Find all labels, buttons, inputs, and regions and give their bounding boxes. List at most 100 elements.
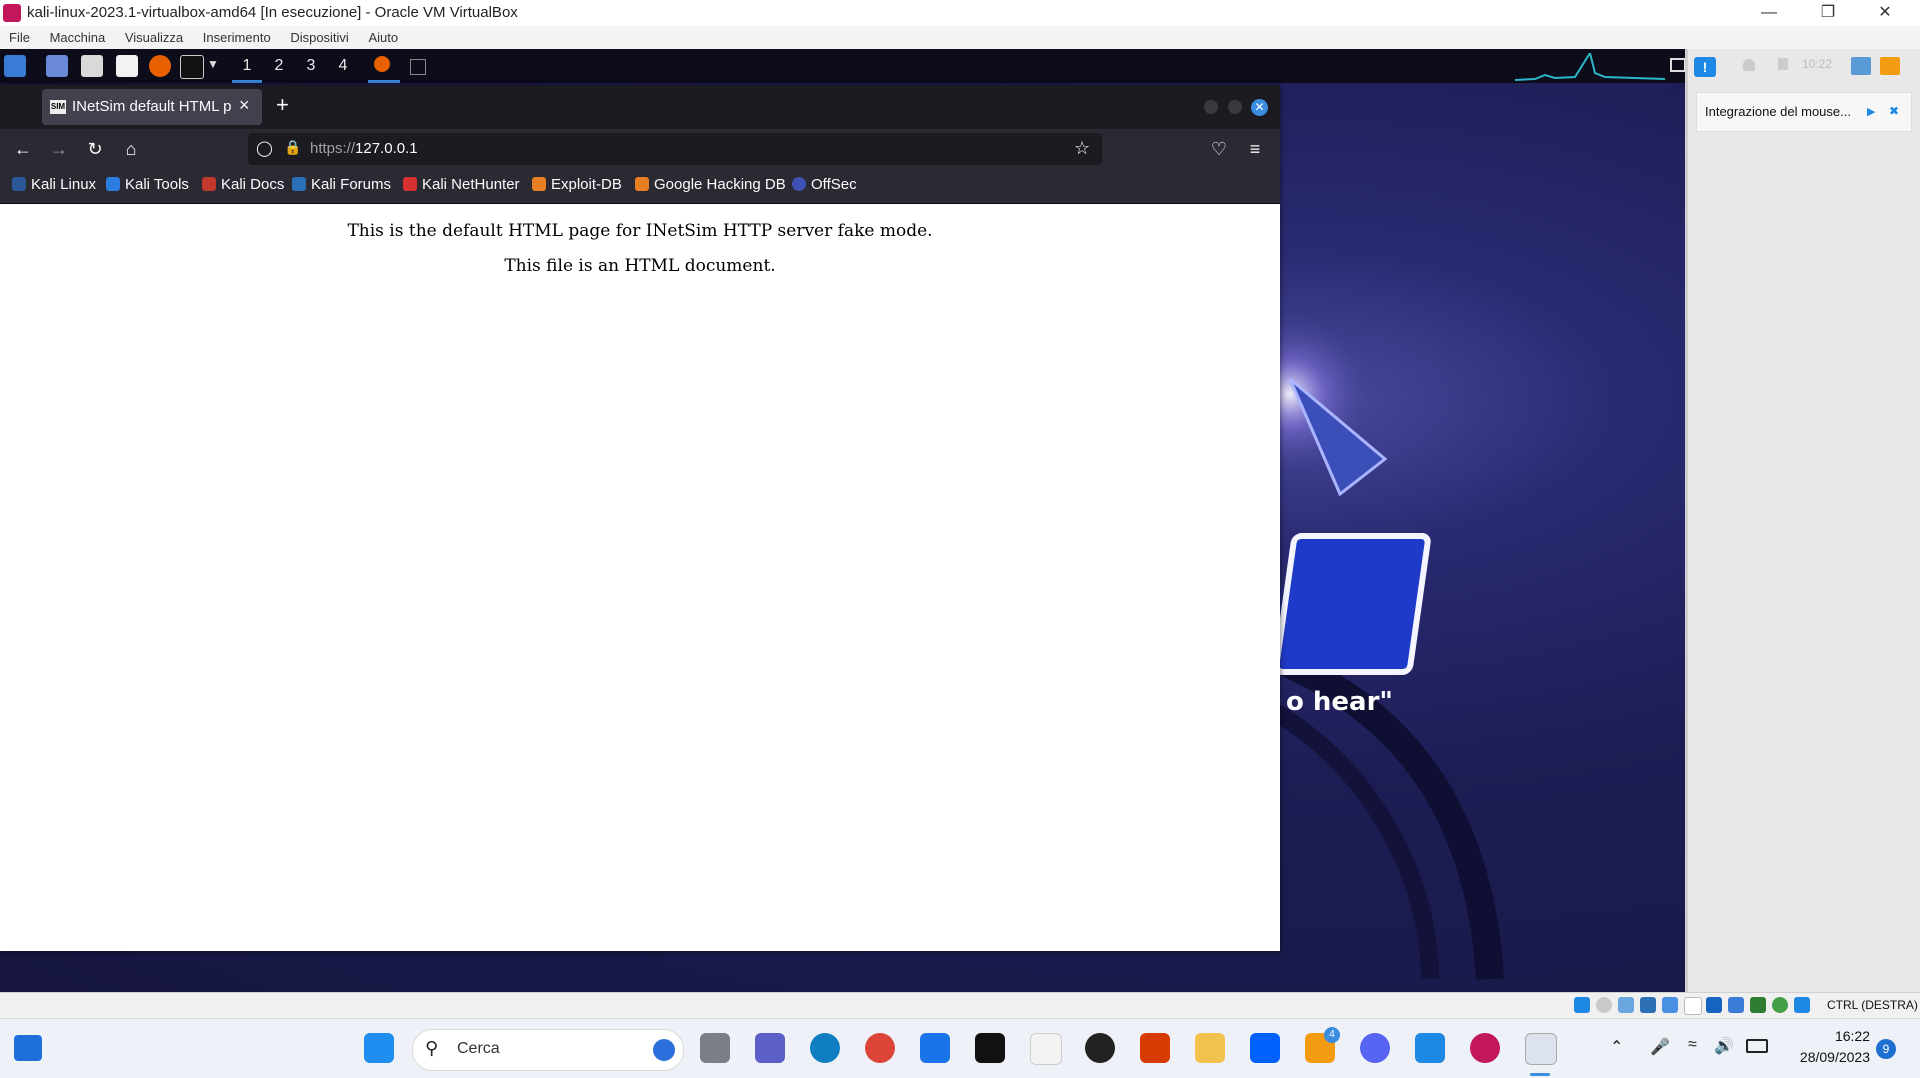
- wallpaper-tagline: o hear": [1286, 687, 1393, 717]
- terminal-window-icon[interactable]: [410, 59, 426, 75]
- new-tab-icon[interactable]: +: [276, 92, 289, 118]
- bookmark-kali-tools[interactable]: Kali Tools: [106, 176, 189, 193]
- menu-dispositivi[interactable]: Dispositivi: [290, 26, 349, 49]
- keyboard-capture-icon[interactable]: [1794, 997, 1810, 1013]
- bookmark-kali-linux[interactable]: Kali Linux: [12, 176, 96, 193]
- hdd-icon[interactable]: [1574, 997, 1590, 1013]
- page-line-2: This file is an HTML document.: [504, 256, 776, 276]
- mail-icon[interactable]: [920, 1033, 950, 1063]
- file-explorer-icon[interactable]: [1195, 1033, 1225, 1063]
- url-bar[interactable]: ◯ 🔒 https://127.0.0.1 ☆: [248, 133, 1102, 165]
- teams-icon[interactable]: [755, 1033, 785, 1063]
- virtualbox-icon[interactable]: [1415, 1033, 1445, 1063]
- menu-aiuto[interactable]: Aiuto: [368, 26, 398, 49]
- search-box[interactable]: ⚲ Cerca: [412, 1029, 684, 1071]
- mouse-integration-icon[interactable]: [1772, 997, 1788, 1013]
- recording-icon[interactable]: [1728, 997, 1744, 1013]
- store-icon[interactable]: [1030, 1033, 1062, 1065]
- window-list-icon[interactable]: [1670, 58, 1685, 72]
- capture-icon[interactable]: [1880, 57, 1900, 75]
- minimize-icon[interactable]: [1204, 100, 1218, 114]
- bookmark-offsec[interactable]: OffSec: [792, 176, 857, 193]
- bookmark-kali-docs[interactable]: Kali Docs: [202, 176, 284, 193]
- bookmark-kali-forums[interactable]: Kali Forums: [292, 176, 391, 193]
- notification-icon[interactable]: !: [1694, 57, 1716, 77]
- chevron-down-icon[interactable]: ▼: [207, 57, 219, 71]
- terminal-icon[interactable]: [180, 55, 204, 79]
- clock-date[interactable]: 28/09/2023: [1780, 1049, 1870, 1065]
- notification-count-badge[interactable]: 9: [1876, 1039, 1896, 1059]
- restore-icon[interactable]: ❐: [1805, 2, 1851, 24]
- audio-icon[interactable]: [1618, 997, 1634, 1013]
- menu-inserimento[interactable]: Inserimento: [203, 26, 271, 49]
- lock-screen-icon[interactable]: [1778, 58, 1788, 70]
- show-desktop-icon[interactable]: [46, 55, 68, 77]
- workspace-2[interactable]: 2: [264, 49, 294, 83]
- bell-icon[interactable]: [1743, 59, 1755, 71]
- discord-icon[interactable]: [1360, 1033, 1390, 1063]
- task-view-icon[interactable]: [700, 1033, 730, 1063]
- close-window-icon[interactable]: ✕: [1862, 2, 1908, 24]
- close-window-icon[interactable]: ✕: [1251, 99, 1268, 116]
- shield-icon[interactable]: ◯: [256, 139, 273, 157]
- display-icon[interactable]: [1706, 997, 1722, 1013]
- wifi-icon[interactable]: ≈: [1688, 1036, 1697, 1054]
- text-editor-icon[interactable]: [116, 55, 138, 77]
- notification-details-icon[interactable]: ▶: [1867, 105, 1875, 118]
- notification-item[interactable]: Integrazione del mouse... ▶ ✖: [1696, 92, 1912, 132]
- bing-icon[interactable]: [653, 1039, 675, 1061]
- notification-close-icon[interactable]: ✖: [1889, 104, 1899, 118]
- usb-icon[interactable]: [1662, 997, 1678, 1013]
- menu-file[interactable]: File: [9, 26, 30, 49]
- kali-menu-icon[interactable]: [4, 55, 26, 77]
- windows-start-icon[interactable]: [364, 1033, 394, 1063]
- keyboard-icon[interactable]: [1851, 57, 1871, 75]
- forward-icon[interactable]: →: [47, 137, 71, 161]
- chevron-up-icon[interactable]: ⌃: [1610, 1037, 1623, 1057]
- firefox-icon[interactable]: [149, 55, 171, 77]
- workspace-4[interactable]: 4: [328, 49, 358, 83]
- bookmark-google-hacking-db[interactable]: Google Hacking DB: [635, 176, 786, 193]
- lock-icon[interactable]: 🔒: [284, 139, 301, 156]
- workspace-1[interactable]: 1: [232, 49, 262, 83]
- virtualbox-app-icon: [3, 4, 21, 22]
- maximize-icon[interactable]: [1228, 100, 1242, 114]
- office-icon[interactable]: [1140, 1033, 1170, 1063]
- kali-icon: [12, 177, 26, 191]
- network-icon[interactable]: [1640, 997, 1656, 1013]
- menu-macchina[interactable]: Macchina: [50, 26, 106, 49]
- widgets-icon[interactable]: [14, 1035, 42, 1061]
- battery-icon[interactable]: [1746, 1039, 1768, 1053]
- dropbox-icon[interactable]: [1250, 1033, 1280, 1063]
- file-manager-icon[interactable]: [81, 55, 103, 77]
- optical-drive-icon[interactable]: [1596, 997, 1612, 1013]
- back-icon[interactable]: ←: [11, 137, 35, 161]
- home-icon[interactable]: ⌂: [119, 137, 143, 161]
- amazon-icon[interactable]: [975, 1033, 1005, 1063]
- bookmark-exploit-db[interactable]: Exploit-DB: [532, 176, 622, 193]
- hamburger-menu-icon[interactable]: ≡: [1243, 137, 1267, 161]
- clock-time[interactable]: 16:22: [1780, 1028, 1870, 1044]
- pocket-icon[interactable]: ♡: [1207, 137, 1231, 161]
- volume-icon[interactable]: 🔊: [1714, 1036, 1734, 1056]
- minimize-icon[interactable]: —: [1746, 2, 1792, 24]
- taskbar-firefox-window[interactable]: [368, 49, 400, 83]
- workspace-3[interactable]: 3: [296, 49, 326, 83]
- page-line-1: This is the default HTML page for INetSi…: [347, 221, 933, 241]
- microphone-icon[interactable]: 🎤: [1650, 1037, 1670, 1057]
- host-title-bar: kali-linux-2023.1-virtualbox-amd64 [In e…: [0, 0, 1920, 26]
- bookmark-kali-nethunter[interactable]: Kali NetHunter: [403, 176, 520, 193]
- chrome-icon[interactable]: [865, 1033, 895, 1063]
- edge-icon[interactable]: [810, 1033, 840, 1063]
- close-tab-icon[interactable]: ×: [239, 95, 250, 116]
- reload-icon[interactable]: ↻: [83, 137, 107, 161]
- cpu-icon[interactable]: [1750, 997, 1766, 1013]
- bookmark-star-icon[interactable]: ☆: [1074, 138, 1090, 159]
- debian-icon[interactable]: [1470, 1033, 1500, 1063]
- shared-folder-icon[interactable]: [1684, 997, 1702, 1015]
- kali-tools-icon: [106, 177, 120, 191]
- menu-visualizza[interactable]: Visualizza: [125, 26, 183, 49]
- snipping-tool-icon[interactable]: [1525, 1033, 1557, 1065]
- tab-inetsim[interactable]: SIM INetSim default HTML page ×: [42, 89, 262, 125]
- app-icon[interactable]: [1085, 1033, 1115, 1063]
